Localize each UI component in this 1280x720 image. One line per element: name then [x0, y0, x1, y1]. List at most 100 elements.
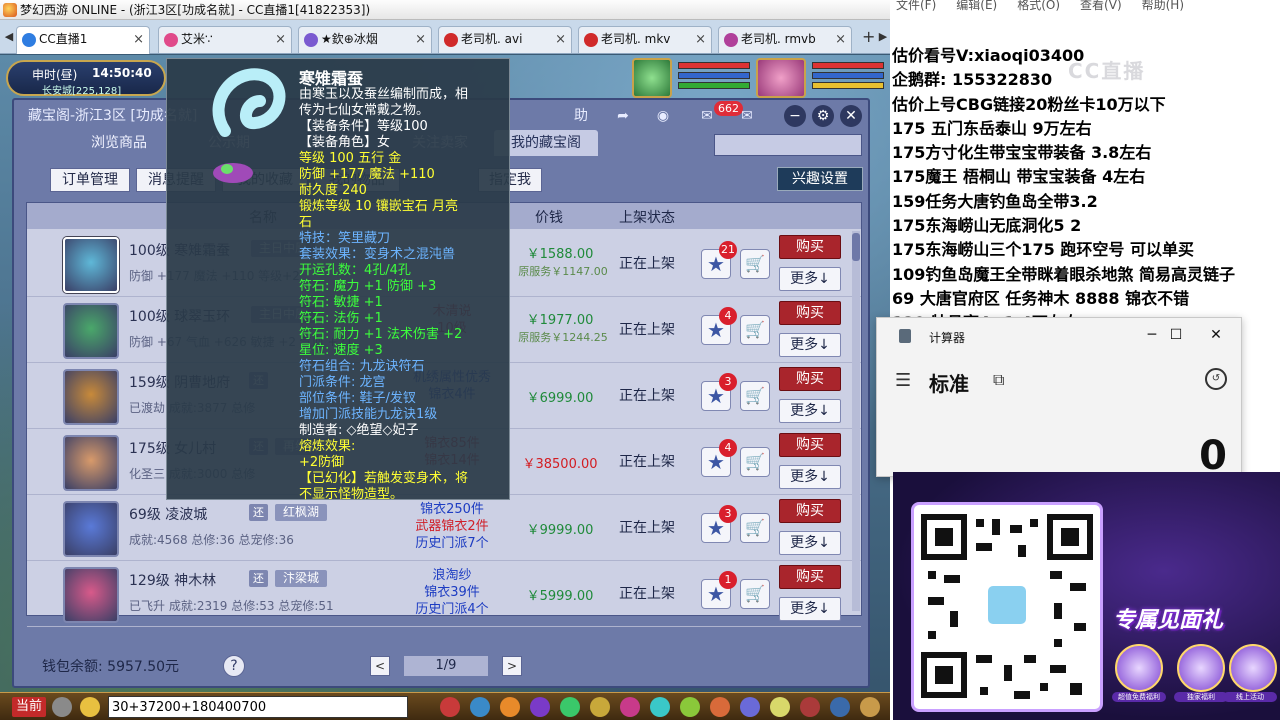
pet-portrait[interactable]: [632, 58, 672, 98]
prev-page-button[interactable]: <: [370, 656, 390, 676]
toolbar-icon-10[interactable]: [710, 697, 730, 717]
item-thumbnail[interactable]: [63, 237, 119, 293]
calc-maximize-icon[interactable]: ☐: [1161, 324, 1191, 346]
more-button[interactable]: 更多↓: [779, 267, 841, 291]
cart-icon[interactable]: 🛒: [740, 381, 770, 411]
tab-close-icon[interactable]: ×: [415, 27, 426, 52]
toolbar-icon-1[interactable]: [440, 697, 460, 717]
close-icon[interactable]: ✕: [840, 105, 862, 127]
promo-gift-icon-2[interactable]: [1177, 644, 1225, 692]
table-row[interactable]: 69级 凌波城 还红枫湖 成就:4568 总修:36 总宠修:36 锦衣250件 武器锦…: [27, 495, 861, 561]
toolbar-icon-11[interactable]: [740, 697, 760, 717]
help-button[interactable]: 助: [568, 105, 594, 127]
history-icon[interactable]: ↺: [1205, 368, 1227, 390]
player-portrait[interactable]: [756, 58, 806, 98]
next-page-button[interactable]: >: [502, 656, 522, 676]
more-button[interactable]: 更多↓: [779, 333, 841, 357]
buy-button[interactable]: 购买: [779, 433, 841, 457]
list-scrollbar[interactable]: [852, 231, 860, 611]
calc-close-icon[interactable]: ✕: [1201, 324, 1231, 346]
browser-tab[interactable]: 老司机. mkv ×: [578, 26, 712, 53]
toolbar-icon-9[interactable]: [680, 697, 700, 717]
toolbar-icon-14[interactable]: [830, 697, 850, 717]
tab-close-icon[interactable]: ×: [695, 27, 706, 52]
interest-settings-button[interactable]: 兴趣设置: [777, 167, 863, 191]
cart-icon[interactable]: 🛒: [740, 579, 770, 609]
item-thumbnail[interactable]: [63, 567, 119, 623]
return-tag: 还: [249, 570, 268, 587]
notepad-menu-item[interactable]: 文件(F): [896, 0, 936, 12]
item-thumbnail[interactable]: [63, 369, 119, 425]
tab-favicon-icon: [164, 33, 178, 47]
minimize-icon[interactable]: −: [784, 105, 806, 127]
toolbar-icon-12[interactable]: [770, 697, 790, 717]
tooltip-line: 等级 100 五行 金: [299, 151, 402, 166]
share-icon[interactable]: ➦: [610, 105, 636, 127]
browser-tab[interactable]: 老司机. avi ×: [438, 26, 572, 53]
toolbar-icon-5[interactable]: [560, 697, 580, 717]
toolbar-icon-2[interactable]: [470, 697, 490, 717]
notepad-line: 企鹅群: 155322830: [892, 70, 1053, 90]
mail-icon[interactable]: ✉: [734, 105, 760, 127]
promo-gift-icon-3[interactable]: [1229, 644, 1277, 692]
keep-on-top-icon[interactable]: ⧉: [993, 370, 1004, 390]
tab-scroll-right-icon[interactable]: ▶: [876, 29, 890, 45]
toolbar-icon-6[interactable]: [590, 697, 610, 717]
cart-icon[interactable]: 🛒: [740, 447, 770, 477]
new-tab-button[interactable]: +: [862, 29, 875, 45]
cart-icon[interactable]: 🛒: [740, 315, 770, 345]
item-name[interactable]: 129级 神木林: [129, 570, 216, 590]
item-name[interactable]: 69级 凌波城: [129, 504, 207, 524]
cart-icon[interactable]: 🛒: [740, 513, 770, 543]
notepad-menu-item[interactable]: 编辑(E): [956, 0, 997, 12]
notepad-menu-item[interactable]: 格式(O): [1017, 0, 1060, 12]
buy-button[interactable]: 购买: [779, 499, 841, 523]
browser-tab[interactable]: 老司机. rmvb ×: [718, 26, 852, 53]
item-thumbnail[interactable]: [63, 501, 119, 557]
tab-close-icon[interactable]: ×: [275, 27, 286, 52]
list-scrollbar-thumb[interactable]: [852, 233, 860, 261]
tooltip-line: 【装备条件】等级100: [299, 119, 428, 134]
notepad-menu-item[interactable]: 查看(V): [1080, 0, 1122, 12]
stream-watermark: CC直播: [1068, 59, 1146, 83]
wallet-help-icon[interactable]: ?: [223, 655, 245, 677]
browser-tab[interactable]: 艾米∵ ×: [158, 26, 292, 53]
tab-close-icon[interactable]: ×: [555, 27, 566, 52]
gear-icon[interactable]: ⚙: [812, 105, 834, 127]
hamburger-menu-icon[interactable]: ☰: [895, 370, 911, 391]
buy-button[interactable]: 购买: [779, 235, 841, 259]
toolbar-icon-8[interactable]: [650, 697, 670, 717]
notepad-menu-item[interactable]: 帮助(H): [1142, 0, 1184, 12]
voice-icon[interactable]: [52, 697, 72, 717]
more-button[interactable]: 更多↓: [779, 399, 841, 423]
table-row[interactable]: 129级 神木林 还汴梁城 已飞升 成就:2319 总修:53 总宠修:51 浪淘纱锦…: [27, 561, 861, 627]
settings-small-icon[interactable]: ◉: [650, 105, 676, 127]
item-thumbnail[interactable]: [63, 303, 119, 359]
sub-button[interactable]: 订单管理: [50, 168, 130, 192]
more-button[interactable]: 更多↓: [779, 531, 841, 555]
browser-tab[interactable]: ★欽⊕冰烟 ×: [298, 26, 432, 53]
more-button[interactable]: 更多↓: [779, 465, 841, 489]
toolbar-icon-13[interactable]: [800, 697, 820, 717]
tab-close-icon[interactable]: ×: [133, 27, 144, 52]
notepad-text[interactable]: 估价看号V:xiaoqi03400 企鹅群: 155322830 估价上号CBG链接…: [892, 42, 1235, 334]
buy-button[interactable]: 购买: [779, 301, 841, 325]
item-thumbnail[interactable]: [63, 435, 119, 491]
chat-channel-button[interactable]: 当前: [12, 697, 46, 717]
chat-input[interactable]: [108, 696, 408, 718]
emoji-icon[interactable]: [80, 697, 100, 717]
search-input[interactable]: [714, 134, 862, 156]
more-button[interactable]: 更多↓: [779, 597, 841, 621]
toolbar-icon-3[interactable]: [500, 697, 520, 717]
toolbar-icon-15[interactable]: [860, 697, 880, 717]
cart-icon[interactable]: 🛒: [740, 249, 770, 279]
buy-button[interactable]: 购买: [779, 565, 841, 589]
toolbar-icon-7[interactable]: [620, 697, 640, 717]
toolbar-icon-4[interactable]: [530, 697, 550, 717]
promo-gift-icon-1[interactable]: [1115, 644, 1163, 692]
browser-tab[interactable]: CC直播1 ×: [16, 26, 150, 54]
tab-scroll-left-icon[interactable]: ◀: [2, 29, 16, 45]
panel-tab[interactable]: 浏览商品: [64, 130, 174, 156]
tab-close-icon[interactable]: ×: [835, 27, 846, 52]
buy-button[interactable]: 购买: [779, 367, 841, 391]
